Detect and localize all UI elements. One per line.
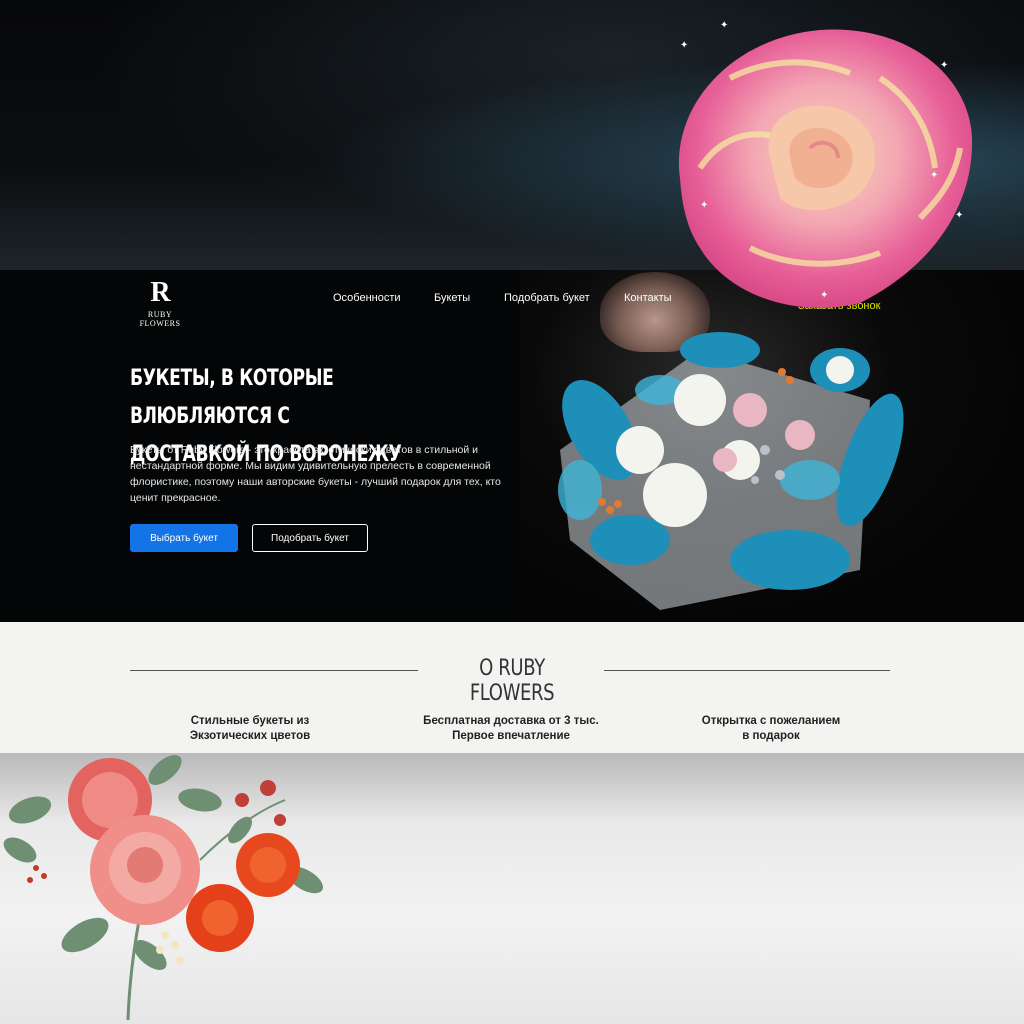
nav-item-bouquets[interactable]: Букеты bbox=[434, 292, 470, 304]
about-section: О RUBY FLOWERS Стильные букеты из Экзоти… bbox=[0, 622, 1024, 753]
feature-title-line: Первое впечатление bbox=[452, 730, 570, 742]
sparkle-icon: ✦ bbox=[820, 290, 829, 301]
sparkle-icon: ✦ bbox=[930, 170, 939, 181]
floral-bouquet-icon bbox=[3, 755, 324, 1021]
logo[interactable]: R RUBY FLOWERS bbox=[128, 277, 192, 329]
logo-text: RUBY FLOWERS bbox=[139, 310, 181, 328]
feature-title-line: в подарок bbox=[742, 730, 800, 742]
bouquet-image bbox=[558, 332, 904, 610]
pink-rose-icon bbox=[678, 29, 973, 308]
feature-item: Бесплатная доставка от 3 тыс. Первое впе… bbox=[411, 714, 611, 744]
sparkle-icon: ✦ bbox=[955, 210, 964, 221]
sparkle-icon: ✦ bbox=[940, 60, 949, 71]
feature-title-line: Открытка с пожеланием bbox=[701, 715, 841, 727]
feature-title-line: Стильные букеты из bbox=[190, 715, 310, 727]
hero-title-line-1: БУКЕТЫ, В КОТОРЫЕ ВЛЮБЛЯЮТСЯ С bbox=[130, 366, 334, 429]
sparkle-icon: ✦ bbox=[720, 20, 729, 31]
about-divider-left bbox=[130, 670, 418, 671]
hero-section: R RUBY FLOWERS Особенности Букеты Подобр… bbox=[0, 270, 1024, 622]
hero-description: Букеты от Ruby Flowers - это красота экз… bbox=[130, 444, 501, 504]
about-title: О RUBY FLOWERS bbox=[469, 656, 555, 706]
choose-bouquet-button[interactable]: Выбрать букет bbox=[130, 524, 238, 552]
feature-item: Открытка с пожеланием в подарок bbox=[671, 714, 871, 744]
sparkle-icon: ✦ bbox=[700, 200, 709, 211]
logo-mark: R bbox=[150, 277, 170, 308]
feature-title-line: Бесплатная доставка от 3 тыс. bbox=[423, 715, 599, 727]
sparkle-icon: ✦ bbox=[680, 40, 689, 51]
about-divider-right bbox=[604, 670, 890, 671]
nav-item-pick-bouquet[interactable]: Подобрать букет bbox=[504, 292, 590, 304]
website-screenshot: R RUBY FLOWERS Особенности Букеты Подобр… bbox=[0, 270, 1024, 753]
pick-bouquet-button[interactable]: Подобрать букет bbox=[252, 524, 368, 552]
nav-item-features[interactable]: Особенности bbox=[333, 292, 401, 304]
